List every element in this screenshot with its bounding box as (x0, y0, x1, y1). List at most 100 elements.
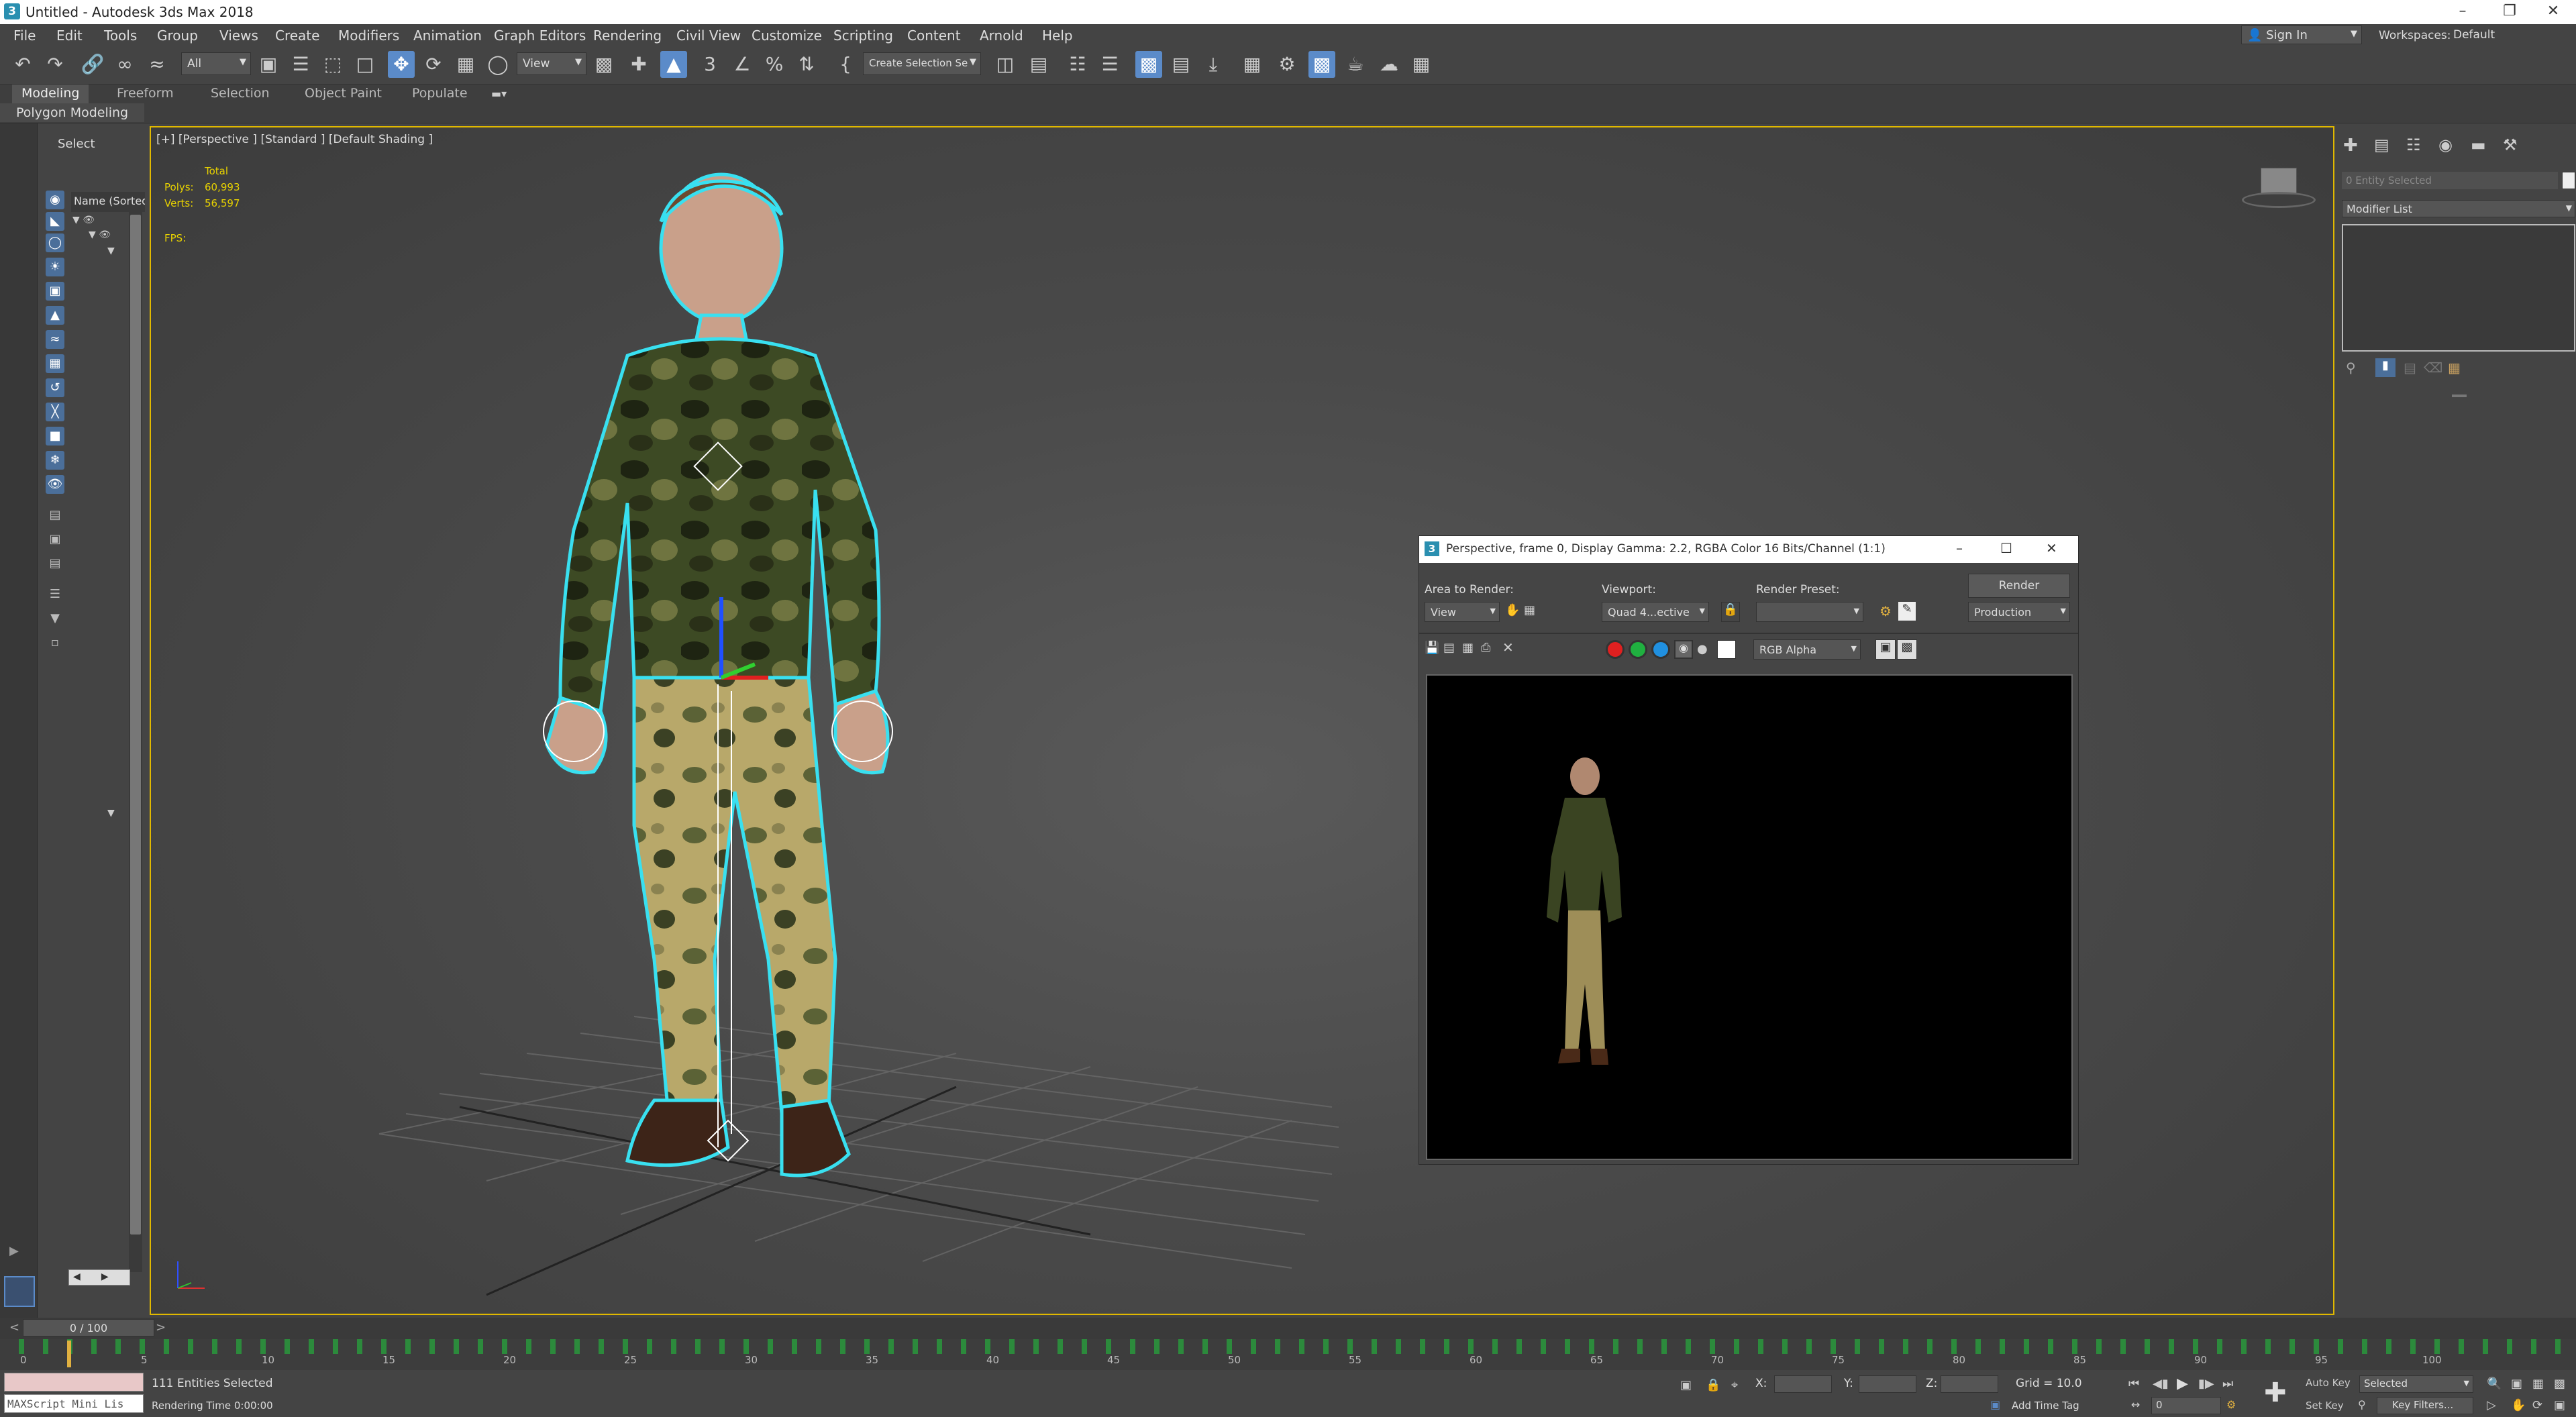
expand-arrow-icon[interactable]: ▶ (9, 1244, 19, 1258)
viewcube-box[interactable] (2261, 168, 2297, 195)
scene-explorer-toggle-icon[interactable]: ☷ (1064, 51, 1091, 78)
display-groups-icon[interactable]: ▦ (46, 354, 64, 373)
find-icon[interactable]: ▤ (46, 506, 64, 525)
align-icon[interactable]: ▤ (1025, 51, 1052, 78)
viewcube[interactable] (2242, 165, 2316, 212)
display-frozen-icon[interactable]: ❄ (46, 451, 64, 470)
tab-selection[interactable]: Selection (201, 85, 279, 103)
utilities-tab-icon[interactable]: ⚒ (2503, 136, 2518, 154)
key-filters-button[interactable]: Key Filters... (2377, 1397, 2473, 1414)
menu-edit[interactable]: Edit (56, 28, 83, 44)
object-color-swatch[interactable] (2562, 172, 2575, 189)
bind-spacewarp-icon[interactable]: ≈ (144, 51, 170, 78)
tab-modeling[interactable]: Modeling (12, 85, 89, 103)
configure-modifier-sets-icon[interactable]: ▦ (2448, 360, 2461, 376)
ribbon-toggle-icon[interactable]: ▩ (1135, 51, 1162, 78)
zoom-extents-icon[interactable]: ▦ (2532, 1377, 2544, 1391)
tab-populate[interactable]: Populate (403, 85, 477, 103)
panel-divider[interactable] (2452, 395, 2467, 397)
selection-filter-dropdown[interactable]: All ▼ (181, 52, 251, 75)
lock-icon[interactable]: 🔒 (1721, 602, 1740, 622)
menu-views[interactable]: Views (219, 28, 258, 44)
previous-key-icon[interactable]: ◀▮ (2153, 1377, 2169, 1391)
configure-columns-icon[interactable]: ☰ (46, 585, 64, 604)
menu-animation[interactable]: Animation (413, 28, 482, 44)
explorer-horizontal-scrollbar[interactable]: ◀ ▶ (68, 1269, 130, 1285)
background-color-swatch[interactable] (1717, 640, 1736, 659)
maxscript-listener-input[interactable] (4, 1373, 144, 1392)
time-slider[interactable]: 0 / 100 (23, 1319, 154, 1336)
tree-expander-icon[interactable]: ▼ (107, 246, 115, 256)
select-and-rotate-icon[interactable]: ⟳ (420, 51, 447, 78)
sort-icon[interactable]: ▣ (46, 530, 64, 549)
select-and-move-icon[interactable]: ✥ (388, 51, 415, 78)
render-setup-icon[interactable]: ⚙ (1274, 51, 1300, 78)
selection-sets-icon[interactable]: ▫ (46, 633, 64, 652)
menu-customize[interactable]: Customize (752, 28, 822, 44)
copy-image-icon[interactable]: ▤ (1443, 641, 1455, 655)
ribbon-panel-polygon-modeling[interactable]: Polygon Modeling (0, 103, 145, 122)
select-and-scale-icon[interactable]: ▦ (452, 51, 479, 78)
pivot-center-icon[interactable]: ▩ (590, 51, 617, 78)
time-tag-icon[interactable]: ▣ (1990, 1398, 2000, 1411)
display-xrefs-icon[interactable]: ↺ (46, 378, 64, 397)
set-key-big-icon[interactable]: ✚ (2264, 1379, 2295, 1410)
tree-expander-icon[interactable]: ▼ 👁 (72, 215, 95, 225)
remove-modifier-icon[interactable]: ⌫ (2424, 360, 2442, 376)
modifier-stack[interactable] (2342, 224, 2575, 352)
z-coordinate-field[interactable] (1941, 1375, 1998, 1393)
previous-frame-icon[interactable]: < (9, 1320, 19, 1334)
menu-content[interactable]: Content (907, 28, 961, 44)
blue-channel-toggle[interactable] (1651, 640, 1670, 659)
display-lights-icon[interactable]: ☀ (46, 258, 64, 276)
ribbon-options-icon[interactable]: ▬▾ (491, 87, 507, 100)
named-selection-dropdown[interactable]: Create Selection Se ▼ (863, 52, 981, 75)
select-object-icon[interactable]: ▣ (255, 51, 282, 78)
explorer-scroll-thumb[interactable] (130, 215, 141, 1235)
display-bones-icon[interactable]: ╳ (46, 403, 64, 421)
display-channel-dropdown[interactable]: RGB Alpha ▼ (1753, 639, 1861, 660)
pin-stack-icon[interactable]: ⚲ (2346, 360, 2356, 376)
menu-scripting[interactable]: Scripting (833, 28, 893, 44)
key-mode-toggle-icon[interactable]: ↔ (2131, 1398, 2140, 1411)
clone-window-icon[interactable]: ▦ (1462, 641, 1474, 655)
menu-arnold[interactable]: Arnold (980, 28, 1023, 44)
snaps-toggle-icon[interactable]: 3 (697, 51, 723, 78)
green-channel-toggle[interactable] (1629, 640, 1647, 659)
display-spacewarps-icon[interactable]: ≈ (46, 330, 64, 349)
restore-button[interactable]: ❐ (2486, 0, 2533, 24)
set-key-button[interactable]: Set Key (2306, 1400, 2344, 1412)
viewport-layout-tab[interactable] (4, 1276, 35, 1307)
modifier-list-dropdown[interactable]: Modifier List ▼ (2342, 200, 2575, 217)
key-markers[interactable] (0, 1339, 2576, 1354)
display-hidden-icon[interactable]: 👁 (46, 475, 64, 494)
red-channel-toggle[interactable] (1606, 640, 1625, 659)
absolute-mode-icon[interactable]: ⌖ (1731, 1378, 1738, 1392)
tab-freeform[interactable]: Freeform (107, 85, 183, 103)
select-by-name-icon[interactable]: ☰ (287, 51, 314, 78)
field-of-view-icon[interactable]: ▷ (2487, 1398, 2496, 1412)
window-crossing-icon[interactable]: □ (352, 51, 378, 78)
key-filter-icon[interactable]: ⚲ (2358, 1398, 2366, 1411)
rectangular-selection-icon[interactable]: ⬚ (319, 51, 346, 78)
pan-view-icon[interactable]: ✋ (2511, 1398, 2526, 1412)
clear-icon[interactable]: ✕ (1502, 639, 1514, 655)
schematic-view-icon[interactable]: ⤓ (1200, 51, 1227, 78)
object-name-field[interactable]: 0 Entity Selected (2342, 172, 2558, 189)
explorer-select-menu[interactable]: Select (58, 137, 95, 151)
render-in-cloud-icon[interactable]: ☁ (1376, 51, 1402, 78)
explorer-name-column[interactable]: Name (Sorted A (71, 192, 145, 212)
menu-graph-editors[interactable]: Graph Editors (494, 28, 586, 44)
percent-snap-icon[interactable]: % (761, 51, 788, 78)
curve-editor-icon[interactable]: ▤ (1168, 51, 1194, 78)
menu-modifiers[interactable]: Modifiers (338, 28, 399, 44)
layer-explorer-icon[interactable]: ☰ (1096, 51, 1123, 78)
save-image-icon[interactable]: 💾 (1425, 641, 1439, 655)
menu-tools[interactable]: Tools (104, 28, 137, 44)
menu-help[interactable]: Help (1042, 28, 1073, 44)
material-editor-icon[interactable]: ▦ (1239, 51, 1266, 78)
environment-effects-icon[interactable]: ✎ (1898, 602, 1916, 621)
menu-rendering[interactable]: Rendering (593, 28, 662, 44)
zoom-icon[interactable]: 🔍 (2487, 1377, 2502, 1391)
render-setup-icon[interactable]: ⚙ (1879, 603, 1892, 619)
